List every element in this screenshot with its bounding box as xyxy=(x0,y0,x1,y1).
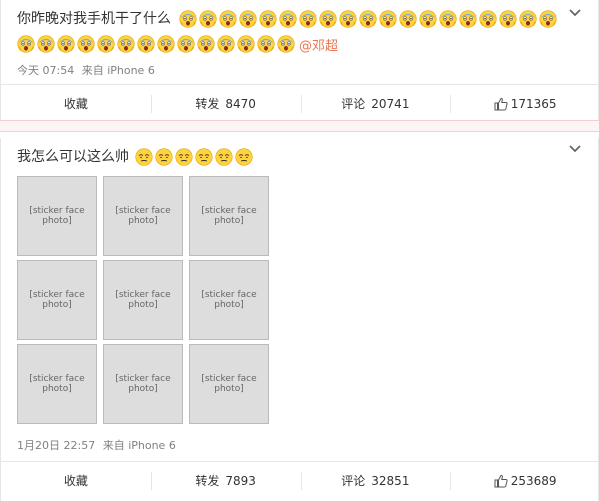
smug-face-emoji xyxy=(195,148,214,166)
smug-face-emoji xyxy=(155,148,174,166)
thumbs-up-icon xyxy=(494,474,508,488)
post-text-content: 你昨晚对我手机干了什么 xyxy=(17,11,171,27)
like-count: 253689 xyxy=(510,473,557,488)
repost-count: 8470 xyxy=(225,96,256,111)
thumbs-up-icon xyxy=(494,97,508,111)
shocked-face-emoji xyxy=(359,10,378,28)
repost-label: 转发 xyxy=(195,97,220,111)
smug-face-emoji xyxy=(215,148,234,166)
like-button[interactable]: 171365 xyxy=(450,85,599,122)
weibo-post-2: 我怎么可以这么帅 [sticker face photo] [sticker f… xyxy=(0,138,599,501)
shocked-face-emoji xyxy=(519,10,538,28)
comment-label: 评论 xyxy=(341,97,366,111)
repost-count: 7893 xyxy=(225,473,256,488)
shocked-face-emoji xyxy=(299,10,318,28)
shocked-face-emoji xyxy=(117,35,135,53)
photo-thumbnail[interactable]: [sticker face photo] xyxy=(189,176,269,256)
shocked-face-emoji xyxy=(157,35,175,53)
comment-label: 评论 xyxy=(341,474,366,488)
shocked-face-emoji xyxy=(197,35,215,53)
action-bar: 收藏 转发 7893 评论 32851 253689 xyxy=(1,461,599,499)
shocked-face-emoji xyxy=(279,10,298,28)
favorite-label: 收藏 xyxy=(63,97,88,111)
like-button[interactable]: 253689 xyxy=(450,462,599,499)
repost-label: 转发 xyxy=(195,474,220,488)
comment-button[interactable]: 评论 32851 xyxy=(300,462,451,499)
photo-thumbnail[interactable]: [sticker face photo] xyxy=(103,176,183,256)
shocked-face-emoji xyxy=(199,10,218,28)
shocked-face-emoji xyxy=(219,10,238,28)
shocked-face-emoji xyxy=(379,10,398,28)
repost-button[interactable]: 转发 7893 xyxy=(150,462,301,499)
photo-thumbnail[interactable]: [sticker face photo] xyxy=(17,260,97,340)
favorite-label: 收藏 xyxy=(63,474,88,488)
photo-thumbnail[interactable]: [sticker face photo] xyxy=(189,344,269,424)
photo-thumbnail[interactable]: [sticker face photo] xyxy=(17,176,97,256)
shocked-face-emoji xyxy=(137,35,155,53)
shocked-face-emoji xyxy=(237,35,255,53)
photo-thumbnail[interactable]: [sticker face photo] xyxy=(189,260,269,340)
post-time[interactable]: 今天 07:54 xyxy=(17,64,74,77)
favorite-button[interactable]: 收藏 xyxy=(1,462,151,499)
shocked-face-emoji xyxy=(37,35,55,53)
smug-face-emoji xyxy=(135,148,154,166)
shocked-face-emoji xyxy=(57,35,75,53)
shocked-face-emoji xyxy=(259,10,278,28)
comment-count: 32851 xyxy=(371,473,410,488)
shocked-face-emoji xyxy=(399,10,418,28)
weibo-post-1: 你昨晚对我手机干了什么 @邓超 今天 07:54 来自 iPhone 6 收藏 … xyxy=(0,0,599,120)
post-meta: 1月20日 22:57 来自 iPhone 6 xyxy=(17,437,176,453)
shocked-face-emoji xyxy=(179,10,198,28)
shocked-face-emoji xyxy=(439,10,458,28)
photo-thumbnail[interactable]: [sticker face photo] xyxy=(103,344,183,424)
shocked-face-emoji xyxy=(539,10,558,28)
shocked-face-emoji xyxy=(177,35,195,53)
mention-link[interactable]: @邓超 xyxy=(299,35,338,54)
shocked-face-emoji xyxy=(499,10,518,28)
shocked-face-emoji xyxy=(419,10,438,28)
smug-face-emoji xyxy=(175,148,194,166)
post-text: 你昨晚对我手机干了什么 xyxy=(17,8,559,30)
shocked-face-emoji xyxy=(319,10,338,28)
photo-thumbnail[interactable]: [sticker face photo] xyxy=(103,260,183,340)
shocked-face-emoji xyxy=(239,10,258,28)
like-count: 171365 xyxy=(510,96,557,111)
favorite-button[interactable]: 收藏 xyxy=(1,85,151,122)
emoji-row: @邓超 xyxy=(17,33,338,55)
shocked-face-emoji xyxy=(97,35,115,53)
post-text: 我怎么可以这么帅 xyxy=(17,146,255,168)
shocked-face-emoji xyxy=(17,35,35,53)
photo-grid: [sticker face photo] [sticker face photo… xyxy=(17,176,271,424)
comment-button[interactable]: 评论 20741 xyxy=(300,85,451,122)
comment-count: 20741 xyxy=(371,96,410,111)
smug-face-emoji xyxy=(235,148,254,166)
shocked-face-emoji xyxy=(217,35,235,53)
shocked-face-emoji xyxy=(257,35,275,53)
post-meta: 今天 07:54 来自 iPhone 6 xyxy=(17,62,155,78)
chevron-down-icon[interactable] xyxy=(568,6,582,20)
post-time[interactable]: 1月20日 22:57 xyxy=(17,439,95,452)
shocked-face-emoji xyxy=(277,35,295,53)
post-source: 来自 iPhone 6 xyxy=(81,64,155,77)
shocked-face-emoji xyxy=(459,10,478,28)
post-source: 来自 iPhone 6 xyxy=(102,439,176,452)
action-bar: 收藏 转发 8470 评论 20741 171365 xyxy=(1,84,599,122)
repost-button[interactable]: 转发 8470 xyxy=(150,85,301,122)
post-divider xyxy=(0,120,599,132)
shocked-face-emoji xyxy=(77,35,95,53)
chevron-down-icon[interactable] xyxy=(568,142,582,156)
post-text-content: 我怎么可以这么帅 xyxy=(17,149,129,165)
shocked-face-emoji xyxy=(479,10,498,28)
photo-thumbnail[interactable]: [sticker face photo] xyxy=(17,344,97,424)
shocked-face-emoji xyxy=(339,10,358,28)
